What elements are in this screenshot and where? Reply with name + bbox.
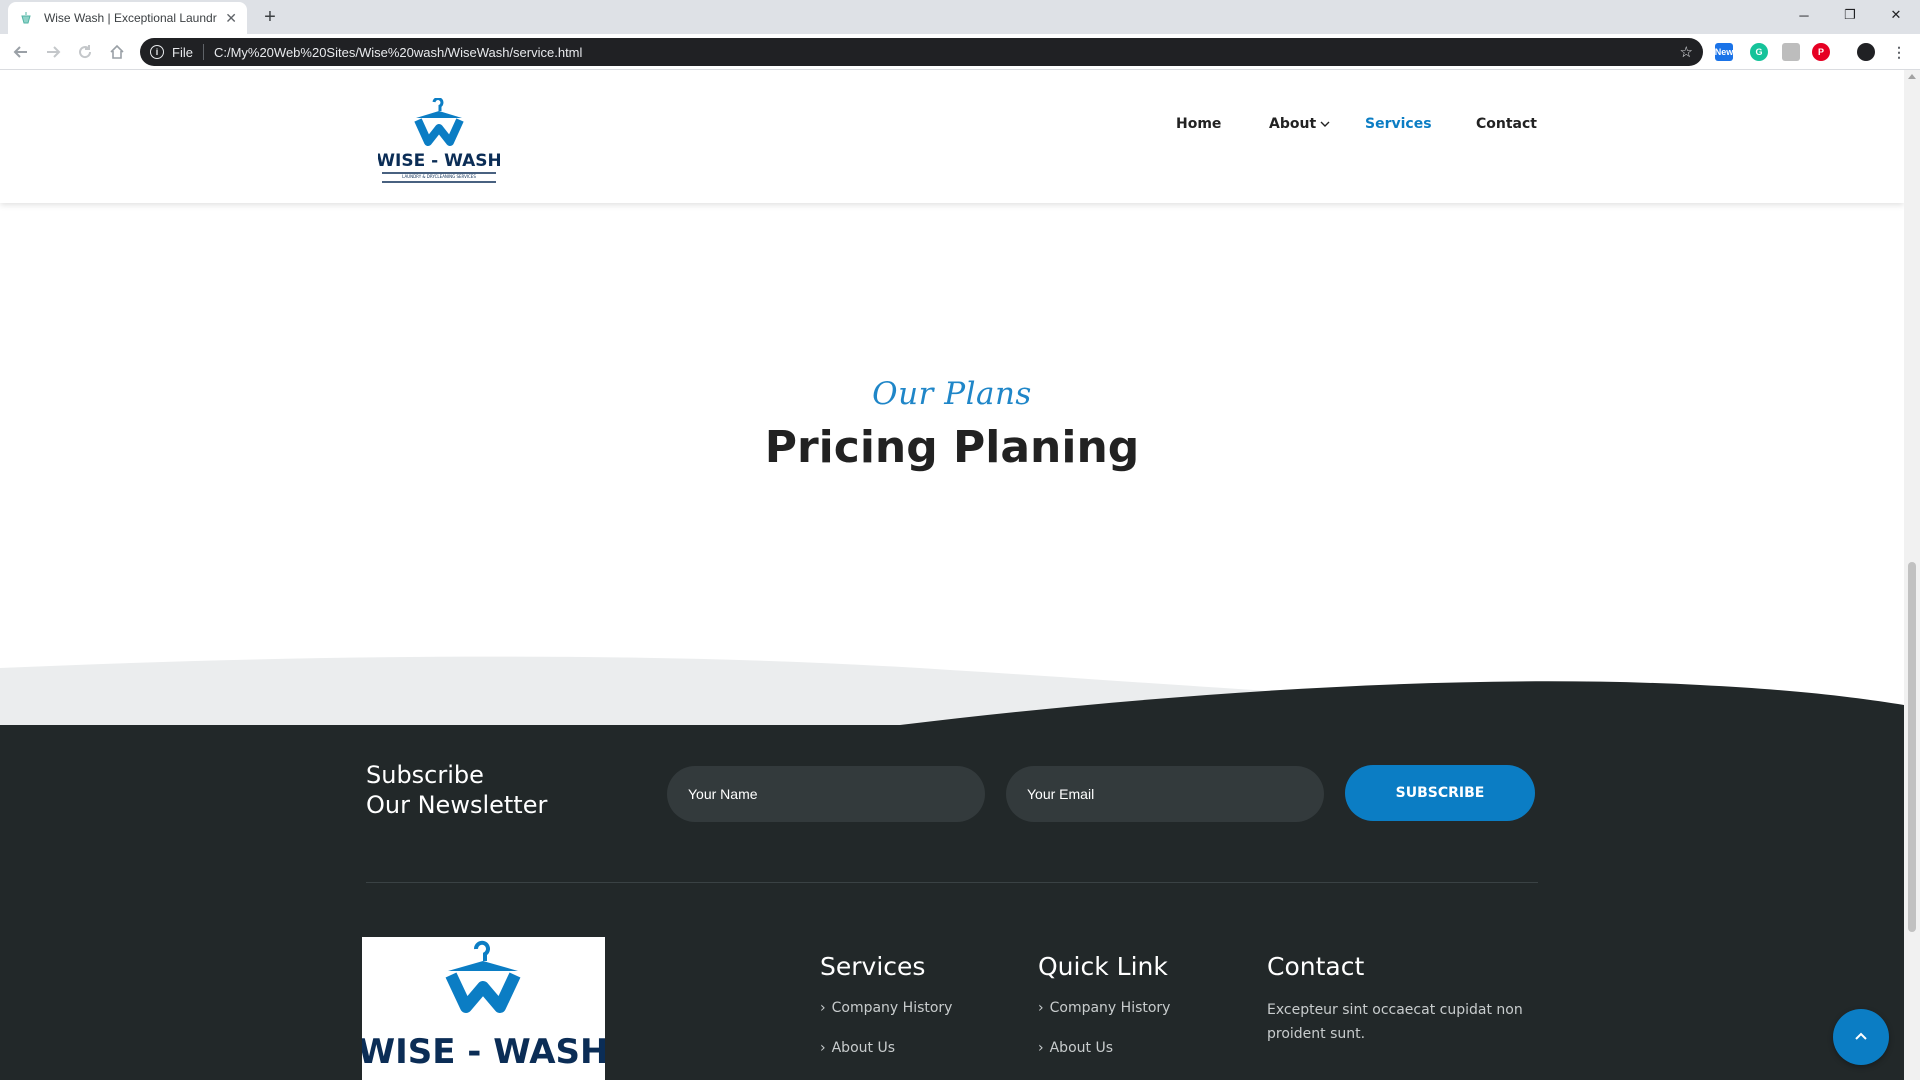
footer-contact-text: Excepteur sint occaecat cupidat non proi… (1267, 1002, 1523, 1042)
subscribe-button[interactable]: SUBSCRIBE (1345, 765, 1535, 821)
web-page: WISE - WASH LAUNDRY & DRYCLEANING SERVIC… (0, 70, 1904, 1080)
new-tab-button[interactable]: + (256, 5, 284, 29)
newsletter-title: Subscribe Our Newsletter (366, 760, 547, 820)
footer-services-link[interactable]: › Company History (820, 1000, 952, 1016)
site-favicon-icon (18, 10, 34, 26)
browser-toolbar: i File C:/My%20Web%20Sites/Wise%20wash/W… (0, 34, 1920, 70)
chevron-up-icon (1853, 1029, 1869, 1045)
grammar-extension-icon[interactable]: G (1750, 43, 1768, 61)
footer-link-label: Company History (1049, 1000, 1171, 1016)
newsletter-title-line2: Our Newsletter (366, 791, 548, 819)
nav-about-label: About (1269, 116, 1317, 132)
back-arrow-icon[interactable] (10, 41, 32, 63)
back-to-top-button[interactable] (1833, 1009, 1889, 1065)
home-icon[interactable] (106, 41, 128, 63)
profile-avatar-icon[interactable] (1857, 43, 1875, 61)
restore-icon[interactable]: ❐ (1827, 0, 1873, 30)
nav-contact[interactable]: Contact (1476, 116, 1537, 132)
info-icon[interactable]: i (150, 45, 164, 59)
logo-text: WISE - WASH (378, 151, 500, 171)
nav-services[interactable]: Services (1365, 116, 1432, 132)
address-bar[interactable]: i File C:/My%20Web%20Sites/Wise%20wash/W… (140, 38, 1703, 66)
footer-quick-title: Quick Link (1038, 952, 1168, 981)
email-input[interactable]: Your Email (1006, 766, 1324, 822)
name-input[interactable]: Your Name (667, 766, 985, 822)
plans-title: Pricing Planing (764, 422, 1140, 473)
site-logo[interactable]: WISE - WASH LAUNDRY & DRYCLEANING SERVIC… (376, 97, 502, 186)
plans-subtitle: Our Plans (872, 376, 1032, 412)
footer-link-label: About Us (1049, 1040, 1113, 1056)
footer-services-title: Services (820, 952, 926, 981)
newsletter-title-line1: Subscribe (366, 761, 484, 789)
scheme-label: File (172, 44, 193, 60)
footer-logo[interactable]: WISE - WASH (362, 937, 605, 1080)
news-extension-icon[interactable]: New (1715, 43, 1733, 61)
chevron-right-icon: › (1038, 1000, 1044, 1016)
browser-tab[interactable]: Wise Wash | Exceptional Laundry ✕ (8, 2, 247, 34)
tab-title: Wise Wash | Exceptional Laundry (43, 11, 218, 25)
footer-quick-link[interactable]: › About Us (1038, 1040, 1113, 1056)
menu-kebab-icon[interactable]: ⋮ (1890, 43, 1908, 61)
nav-about[interactable]: About (1269, 116, 1330, 132)
minimize-icon[interactable]: ─ (1781, 0, 1827, 30)
footer-link-label: About Us (831, 1040, 895, 1056)
scroll-up-arrow-icon[interactable] (1908, 74, 1916, 79)
footer-divider (366, 882, 1538, 883)
page-scrollbar[interactable] (1904, 70, 1920, 1080)
close-window-icon[interactable]: ✕ (1873, 0, 1919, 30)
chevron-right-icon: › (820, 1000, 826, 1016)
address-divider (202, 44, 204, 60)
footer-logo-text: WISE - WASH (362, 1032, 605, 1072)
footer-link-label: Company History (831, 1000, 953, 1016)
nav-home[interactable]: Home (1176, 116, 1221, 132)
footer-contact-title: Contact (1267, 952, 1365, 981)
chevron-down-icon (1320, 119, 1330, 129)
chevron-right-icon: › (1038, 1040, 1044, 1056)
footer-quick-link[interactable]: › Company History (1038, 1000, 1170, 1016)
logo-tagline: LAUNDRY & DRYCLEANING SERVICES (402, 174, 476, 179)
site-header: WISE - WASH LAUNDRY & DRYCLEANING SERVIC… (0, 70, 1904, 203)
reload-icon[interactable] (74, 41, 96, 63)
pinterest-icon[interactable]: P (1812, 43, 1830, 61)
forward-arrow-icon[interactable] (42, 41, 64, 63)
chevron-right-icon: › (820, 1040, 826, 1056)
footer-services-link[interactable]: › About Us (820, 1040, 895, 1056)
url-text[interactable]: C:/My%20Web%20Sites/Wise%20wash/WiseWash… (214, 45, 582, 60)
gray-extension-icon[interactable] (1782, 43, 1800, 61)
bookmark-star-icon[interactable]: ☆ (1680, 43, 1693, 61)
tab-close-icon[interactable]: ✕ (225, 10, 237, 27)
scroll-thumb[interactable] (1908, 562, 1916, 932)
browser-tab-strip: Wise Wash | Exceptional Laundry ✕ + ─ ❐ … (0, 0, 1920, 34)
